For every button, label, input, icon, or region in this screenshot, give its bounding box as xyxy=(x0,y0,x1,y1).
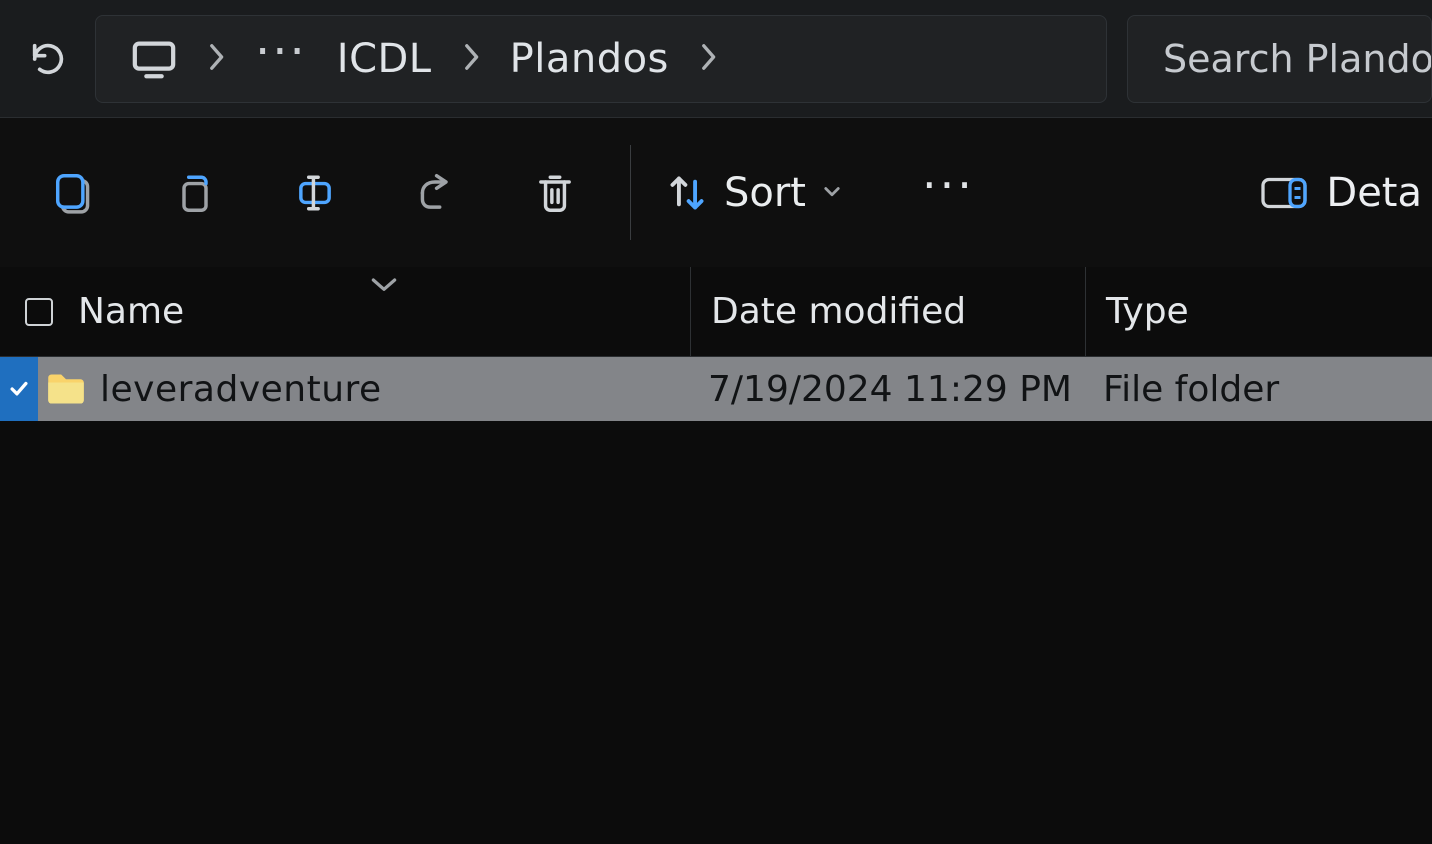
view-details-icon xyxy=(1260,175,1308,211)
select-all-checkbox[interactable] xyxy=(25,298,53,326)
column-date-label: Date modified xyxy=(711,291,966,332)
share-button[interactable] xyxy=(375,143,495,243)
column-headers: Name Date modified Type xyxy=(0,267,1432,357)
sort-icon xyxy=(666,172,708,214)
chevron-down-icon xyxy=(822,181,842,205)
cut-button[interactable] xyxy=(15,143,135,243)
breadcrumb-chevron[interactable] xyxy=(462,39,480,79)
row-checkbox[interactable] xyxy=(0,357,38,421)
rename-icon xyxy=(293,171,337,215)
toolbar-more-button[interactable]: ··· xyxy=(922,175,975,211)
refresh-button[interactable] xyxy=(0,0,95,117)
copy-icon xyxy=(173,171,217,215)
search-placeholder: Search Plandos xyxy=(1163,37,1432,81)
row-name: leveradventure xyxy=(92,369,688,410)
this-pc-icon[interactable] xyxy=(131,39,177,79)
refresh-icon xyxy=(28,39,68,79)
sort-indicator-icon xyxy=(368,263,400,304)
breadcrumb-bar[interactable]: ··· ICDL Plandos xyxy=(95,15,1107,103)
breadcrumb-chevron[interactable] xyxy=(699,39,717,79)
copy-button[interactable] xyxy=(135,143,255,243)
breadcrumb-current[interactable]: Plandos xyxy=(510,36,669,82)
toolbar-divider xyxy=(630,145,631,240)
breadcrumb-parent[interactable]: ICDL xyxy=(337,36,432,82)
delete-button[interactable] xyxy=(495,143,615,243)
column-type-label: Type xyxy=(1106,291,1189,332)
check-icon xyxy=(8,378,30,400)
breadcrumb-overflow[interactable]: ··· xyxy=(255,42,307,76)
column-name-label: Name xyxy=(78,291,184,332)
search-input[interactable]: Search Plandos xyxy=(1127,15,1432,103)
column-date-header[interactable]: Date modified xyxy=(690,267,1085,356)
share-icon xyxy=(413,171,457,215)
breadcrumb-chevron[interactable] xyxy=(207,39,225,79)
cut-icon xyxy=(53,171,97,215)
view-button[interactable]: Deta xyxy=(1260,170,1432,216)
view-label: Deta xyxy=(1326,170,1422,216)
column-name-header[interactable]: Name xyxy=(78,267,690,356)
sort-button[interactable]: Sort xyxy=(646,170,862,216)
toolbar: Sort ··· Deta xyxy=(0,117,1432,267)
column-type-header[interactable]: Type xyxy=(1085,267,1432,356)
folder-icon xyxy=(40,370,92,408)
rename-button[interactable] xyxy=(255,143,375,243)
row-type: File folder xyxy=(1083,369,1432,410)
file-row[interactable]: leveradventure 7/19/2024 11:29 PM File f… xyxy=(0,357,1432,421)
trash-icon xyxy=(533,171,577,215)
sort-label: Sort xyxy=(724,170,806,216)
row-date: 7/19/2024 11:29 PM xyxy=(688,369,1083,410)
